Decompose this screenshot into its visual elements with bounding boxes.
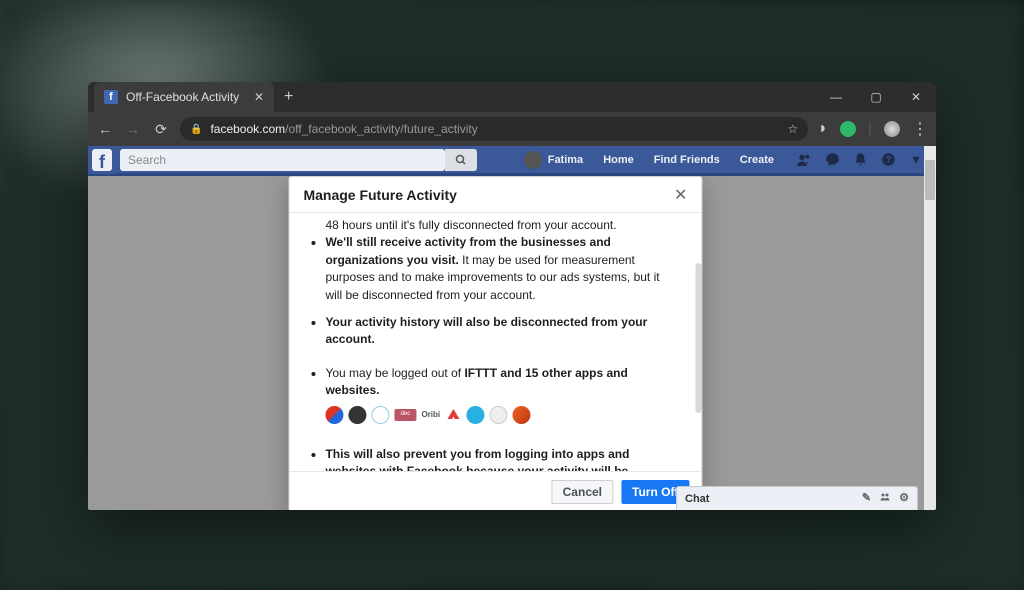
app-icon: [348, 406, 366, 424]
chat-bar[interactable]: Chat ✎ ⚙: [676, 486, 918, 510]
back-button[interactable]: ←: [96, 121, 114, 137]
modal-body: 48 hours until it's fully disconnected f…: [289, 213, 701, 471]
friend-requests-icon[interactable]: [790, 146, 818, 174]
modal-title: Manage Future Activity: [303, 187, 457, 203]
tab-title: Off-Facebook Activity: [126, 90, 239, 104]
browser-menu-icon[interactable]: ⋮: [912, 119, 928, 139]
window-minimize-button[interactable]: —: [816, 82, 856, 112]
modal-footer: Cancel Turn Off: [289, 471, 701, 510]
extension-icon-2[interactable]: [840, 121, 856, 137]
app-icon: [512, 406, 530, 424]
browser-window: f Off-Facebook Activity ✕ + — ▢ ✕ ← → ⟳ …: [88, 82, 936, 510]
facebook-content: Manage Future Activity ✕ 48 hours until …: [88, 176, 936, 510]
modal-scrollbar[interactable]: [695, 263, 701, 413]
avatar-icon: [524, 151, 542, 169]
chat-settings-icon[interactable]: ⚙: [899, 491, 909, 506]
modal-bullet-history-disconnect: Your activity history will also be disco…: [325, 314, 695, 349]
manage-future-activity-modal: Manage Future Activity ✕ 48 hours until …: [288, 176, 702, 510]
bookmark-star-icon[interactable]: ☆: [787, 122, 798, 136]
facebook-header: f Search Fatima Home Find Friends Create: [88, 146, 936, 176]
profile-name: Fatima: [548, 154, 583, 166]
forward-button[interactable]: →: [124, 121, 142, 137]
modal-bullet-logged-out: You may be logged out of IFTTT and 15 ot…: [325, 365, 695, 424]
chat-compose-icon[interactable]: ✎: [862, 491, 871, 506]
browser-tab[interactable]: f Off-Facebook Activity ✕: [94, 82, 274, 112]
help-icon[interactable]: ?: [874, 146, 902, 174]
modal-bullet-prevent-login: This will also prevent you from logging …: [325, 446, 695, 471]
reload-button[interactable]: ⟳: [152, 121, 170, 138]
facebook-logo[interactable]: f: [88, 146, 116, 174]
app-icon: [325, 406, 343, 424]
cancel-button[interactable]: Cancel: [552, 480, 613, 504]
app-icon: dec: [394, 409, 416, 421]
modal-header: Manage Future Activity ✕: [289, 177, 701, 213]
new-tab-button[interactable]: +: [284, 88, 293, 106]
url-input[interactable]: 🔒 facebook.com/off_facebook_activity/fut…: [180, 117, 808, 141]
modal-close-button[interactable]: ✕: [674, 185, 687, 205]
app-icon: [445, 407, 461, 423]
nav-create[interactable]: Create: [730, 146, 784, 173]
profile-avatar-icon[interactable]: [884, 121, 900, 137]
notifications-icon[interactable]: [846, 146, 874, 174]
svg-text:?: ?: [885, 155, 890, 165]
app-icon: [466, 406, 484, 424]
window-maximize-button[interactable]: ▢: [856, 82, 896, 112]
facebook-page: f Search Fatima Home Find Friends Create: [88, 146, 936, 510]
facebook-favicon-icon: f: [104, 90, 118, 104]
profile-link[interactable]: Fatima: [514, 146, 593, 173]
modal-bullet-receive-activity: We'll still receive activity from the bu…: [325, 234, 695, 304]
app-icon: [489, 406, 507, 424]
chat-label: Chat: [685, 493, 709, 505]
chat-people-icon[interactable]: [879, 491, 891, 506]
url-path: /off_facebook_activity/future_activity: [285, 122, 478, 136]
messages-icon[interactable]: [818, 146, 846, 174]
browser-titlebar: f Off-Facebook Activity ✕ + — ▢ ✕: [88, 82, 936, 112]
address-bar: ← → ⟳ 🔒 facebook.com/off_facebook_activi…: [88, 112, 936, 146]
lock-icon: 🔒: [190, 124, 202, 135]
nav-find-friends[interactable]: Find Friends: [644, 146, 730, 173]
modal-text-truncated: 48 hours until it's fully disconnected f…: [303, 217, 695, 234]
app-icon: [371, 406, 389, 424]
search-button[interactable]: [445, 149, 477, 171]
tab-close-icon[interactable]: ✕: [254, 90, 264, 104]
app-icons-row: dec Oribi: [325, 406, 669, 424]
search-placeholder: Search: [128, 153, 166, 167]
url-domain: facebook.com: [210, 122, 285, 136]
extension-icon-1[interactable]: ◗: [818, 120, 828, 138]
window-close-button[interactable]: ✕: [896, 82, 936, 112]
search-input[interactable]: Search: [120, 149, 445, 171]
nav-home[interactable]: Home: [593, 146, 644, 173]
app-icon-oribi: Oribi: [421, 409, 440, 421]
